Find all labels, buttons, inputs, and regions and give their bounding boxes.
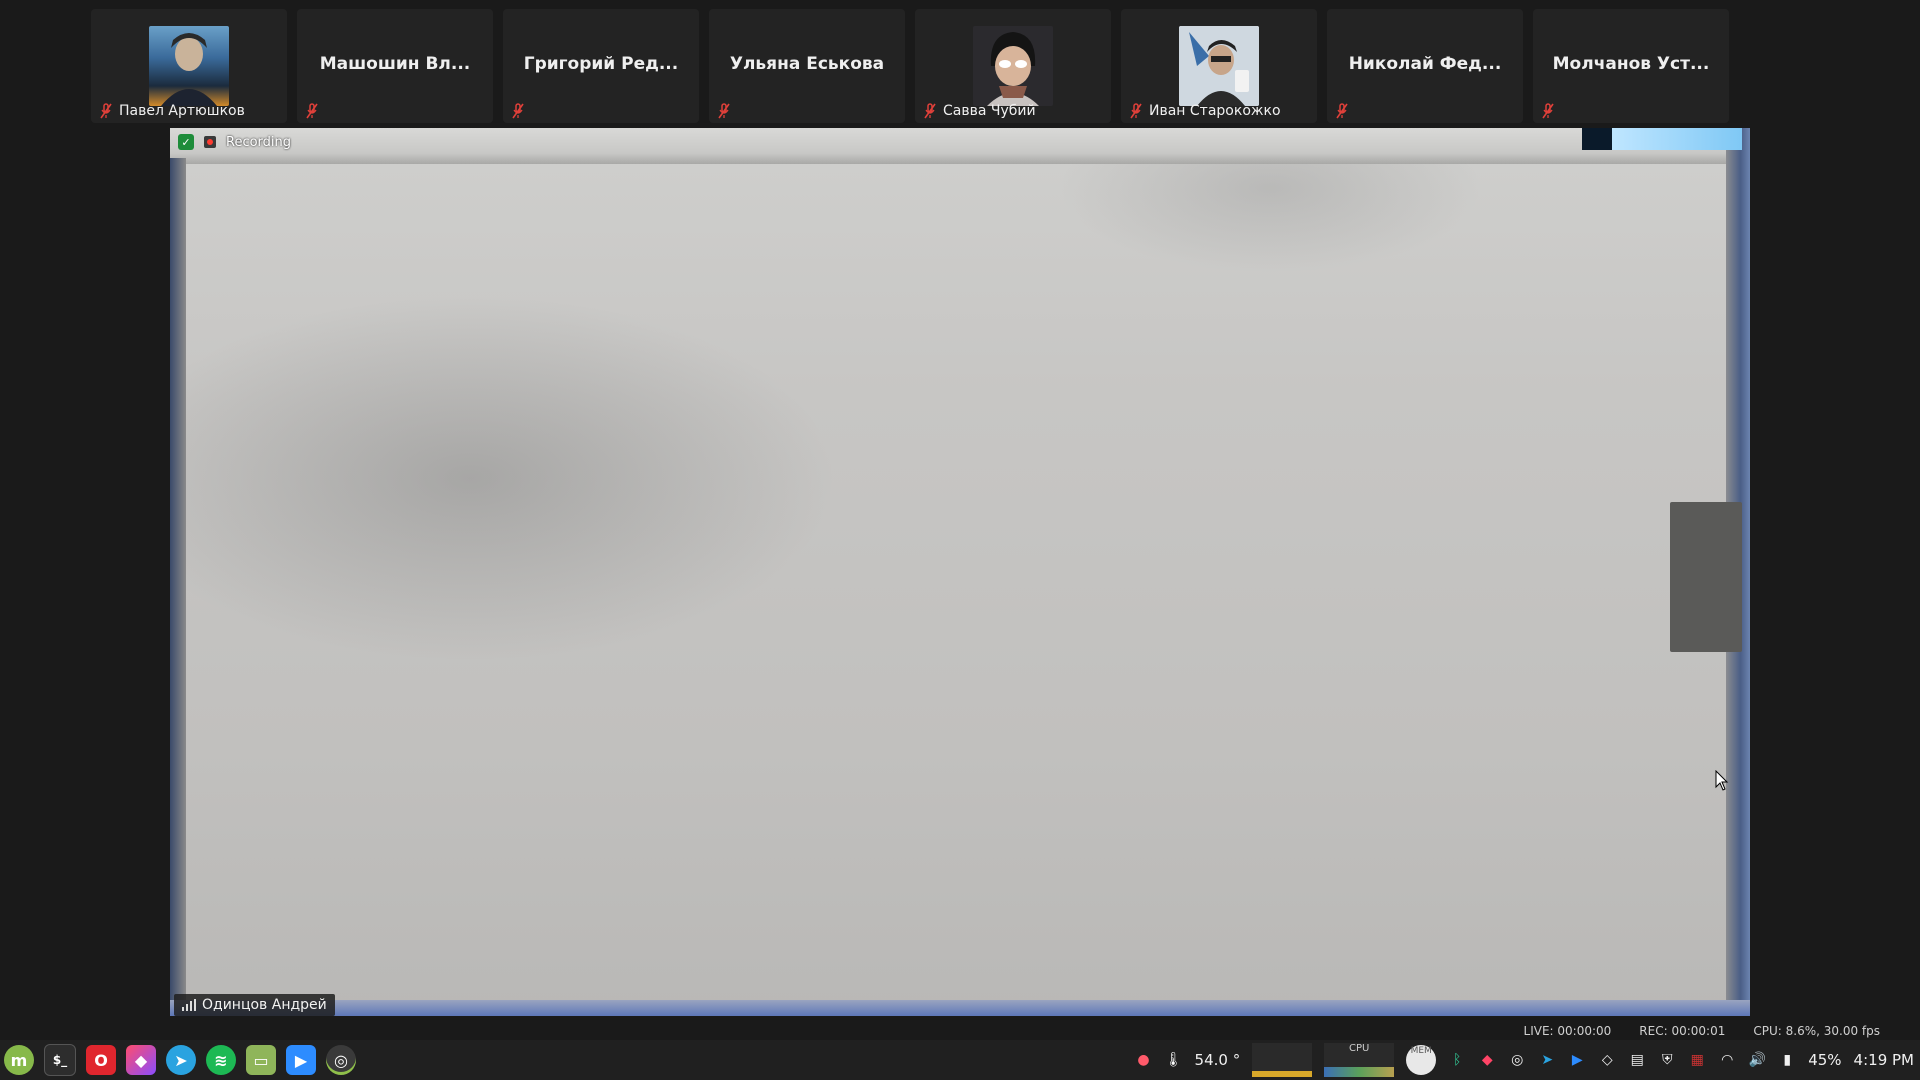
- wifi-icon[interactable]: ◠: [1718, 1051, 1736, 1069]
- participant-tile[interactable]: Григорий Ред...: [503, 9, 699, 123]
- taskbar: m $_ O ◆ ➤ ≋ ▭ ▶ ◎ ● 🌡 54.0 ° CPU MEM ᛒ …: [0, 1040, 1920, 1080]
- system-tray: ● 🌡 54.0 ° CPU MEM ᛒ ◆ ◎ ➤ ▶ ◇ ▤ ⛨ ▦ ◠ 🔊…: [1135, 1043, 1920, 1077]
- obs-icon[interactable]: ◎: [326, 1045, 356, 1075]
- file-manager-icon[interactable]: ▭: [246, 1045, 276, 1075]
- participant-footer: Павел Артюшков: [99, 103, 245, 119]
- temperature-readout: 54.0 °: [1194, 1051, 1241, 1069]
- spotify-icon[interactable]: ≋: [206, 1045, 236, 1075]
- active-speaker-label: Одинцов Андрей: [174, 994, 335, 1016]
- mem-label: MEM: [1410, 1046, 1432, 1056]
- stream-stats: LIVE: 00:00:00 REC: 00:00:01 CPU: 8.6%, …: [1524, 1024, 1880, 1038]
- window-glimpse: [1582, 128, 1742, 150]
- cpu-graph[interactable]: CPU: [1324, 1043, 1395, 1077]
- dropbox-icon[interactable]: ◇: [1598, 1051, 1616, 1069]
- clock[interactable]: 4:19 PM: [1854, 1051, 1914, 1069]
- shield-tray-icon[interactable]: ⛨: [1658, 1051, 1676, 1069]
- participant-name: Ульяна Еськова: [729, 54, 885, 74]
- participant-tile[interactable]: Машошин Вл...: [297, 9, 493, 123]
- telegram-tray-icon[interactable]: ➤: [1538, 1051, 1556, 1069]
- participant-name: Григорий Ред...: [523, 54, 679, 74]
- whiteboard-edge: [170, 158, 186, 1016]
- participant-tile[interactable]: Иван Старокожко: [1121, 9, 1317, 123]
- participant-label: Савва Чубий: [943, 103, 1036, 119]
- participant-footer: Савва Чубий: [923, 103, 1036, 119]
- main-video[interactable]: ✓ Recording Одинцов Андрей: [170, 128, 1750, 1016]
- participant-footer: [305, 103, 319, 119]
- taskbar-apps: m $_ O ◆ ➤ ≋ ▭ ▶ ◎: [0, 1044, 356, 1076]
- board-eraser: [1670, 502, 1742, 652]
- cpu-fps: CPU: 8.6%, 30.00 fps: [1753, 1024, 1880, 1038]
- signal-bars-icon: [182, 999, 196, 1011]
- keyboard-layout-flag-icon[interactable]: ▦: [1688, 1051, 1706, 1069]
- participant-name: Машошин Вл...: [319, 54, 471, 74]
- participant-strip: Павел Артюшков Машошин Вл... Григорий Ре…: [91, 9, 1733, 123]
- mic-muted-icon: [306, 103, 318, 119]
- mem-indicator[interactable]: MEM: [1406, 1045, 1437, 1075]
- zoom-icon[interactable]: ▶: [286, 1045, 316, 1075]
- participant-footer: Иван Старокожко: [1129, 103, 1281, 119]
- mouse-cursor-icon: [1715, 770, 1729, 791]
- mint-menu-icon[interactable]: m: [4, 1045, 34, 1075]
- participant-tile[interactable]: Павел Артюшков: [91, 9, 287, 123]
- zoom-tray-icon[interactable]: ▶: [1568, 1051, 1586, 1069]
- clipboard-icon[interactable]: ▤: [1628, 1051, 1646, 1069]
- mic-muted-icon: [1542, 103, 1554, 119]
- recording-indicator[interactable]: ✓ Recording: [178, 134, 291, 150]
- whiteboard-feed: [170, 128, 1750, 1016]
- participant-footer: [717, 103, 731, 119]
- participant-label: Павел Артюшков: [119, 103, 245, 119]
- participant-name: Николай Фед...: [1348, 54, 1502, 74]
- mic-muted-icon: [512, 103, 524, 119]
- participant-footer: [511, 103, 525, 119]
- security-shield-icon[interactable]: ✓: [178, 134, 194, 150]
- participant-footer: [1541, 103, 1555, 119]
- participant-video: [973, 26, 1053, 106]
- telegram-icon[interactable]: ➤: [166, 1045, 196, 1075]
- mic-muted-icon: [718, 103, 730, 119]
- participant-label: Иван Старокожко: [1149, 103, 1281, 119]
- battery-icon[interactable]: ▮: [1778, 1051, 1796, 1069]
- participant-video: [1179, 26, 1259, 106]
- participant-tile[interactable]: Николай Фед...: [1327, 9, 1523, 123]
- rec-timer: REC: 00:00:01: [1639, 1024, 1726, 1038]
- whiteboard-frame: [170, 128, 1750, 164]
- mic-muted-icon: [1130, 103, 1142, 119]
- recording-label: Recording: [226, 134, 292, 150]
- mic-muted-icon: [100, 103, 112, 119]
- participant-footer: [1335, 103, 1349, 119]
- live-timer: LIVE: 00:00:00: [1523, 1024, 1612, 1038]
- volume-icon[interactable]: 🔊: [1748, 1051, 1766, 1069]
- participant-tile[interactable]: Молчанов Уст...: [1533, 9, 1729, 123]
- bluetooth-icon[interactable]: ᛒ: [1448, 1051, 1466, 1069]
- cpu-graph-label: CPU: [1349, 1043, 1370, 1054]
- terminal-icon[interactable]: $_: [44, 1044, 76, 1076]
- opera-icon[interactable]: O: [86, 1045, 116, 1075]
- speaker-name: Одинцов Андрей: [202, 997, 327, 1013]
- location-pin-icon[interactable]: ●: [1135, 1051, 1153, 1069]
- mic-muted-icon: [924, 103, 936, 119]
- app-tray-icon[interactable]: ◆: [1478, 1051, 1496, 1069]
- apps-cube-icon[interactable]: ◆: [126, 1045, 156, 1075]
- participant-video: [149, 26, 229, 106]
- cpu-graph[interactable]: [1252, 1043, 1313, 1077]
- mic-muted-icon: [1336, 103, 1348, 119]
- participant-tile[interactable]: Ульяна Еськова: [709, 9, 905, 123]
- participant-tile[interactable]: Савва Чубий: [915, 9, 1111, 123]
- battery-percent: 45%: [1808, 1051, 1842, 1069]
- participant-name: Молчанов Уст...: [1552, 54, 1710, 74]
- obs-tray-icon[interactable]: ◎: [1508, 1051, 1526, 1069]
- whiteboard-edge: [170, 1000, 1750, 1016]
- recording-dot-icon: [204, 136, 216, 148]
- thermometer-icon: 🌡: [1164, 1052, 1183, 1068]
